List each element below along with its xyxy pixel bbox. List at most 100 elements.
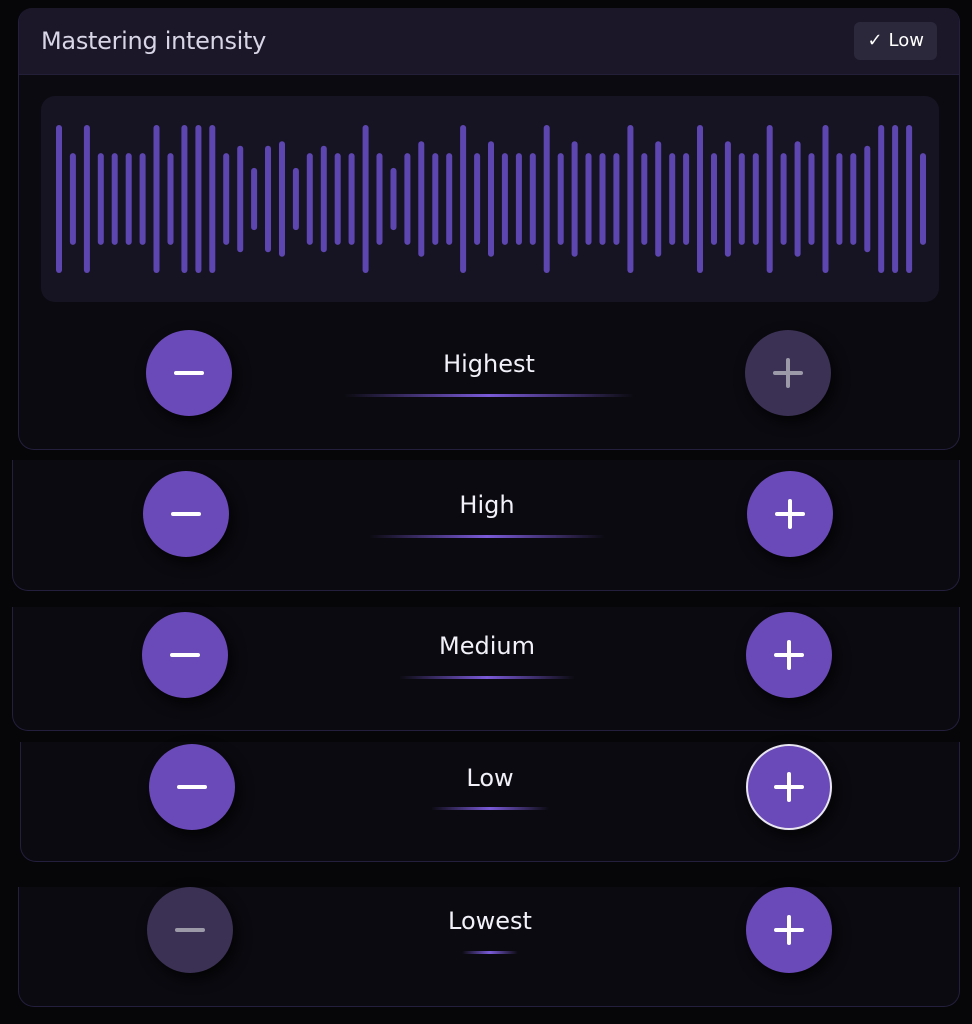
waveform-bar: [320, 145, 327, 253]
waveform-bar: [265, 145, 271, 253]
waveform-bar: [711, 153, 717, 245]
minus-icon: [174, 371, 204, 375]
waveform-bar: [906, 125, 913, 273]
waveform-bar: [752, 153, 759, 245]
waveform-bar: [153, 125, 160, 273]
waveform-bar: [195, 125, 202, 273]
waveform-bar: [613, 153, 620, 245]
waveform-bar: [111, 153, 118, 245]
waveform-bar: [850, 153, 857, 245]
level-label-highest: Highest: [443, 350, 535, 378]
waveform-bar: [724, 141, 731, 257]
waveform-bar: [892, 125, 899, 273]
panel-header: Mastering intensity ✓ Low: [19, 8, 959, 75]
level-underline-lowest: [462, 951, 518, 954]
waveform-bar: [822, 125, 829, 273]
decrease-highest-button[interactable]: [146, 330, 232, 416]
minus-icon: [170, 653, 200, 657]
waveform-bar: [237, 145, 244, 253]
waveform-bar: [181, 125, 188, 273]
waveform-bar: [501, 153, 508, 245]
waveform-bar: [292, 167, 299, 231]
waveform-bar: [390, 167, 397, 231]
waveform-bar: [543, 125, 550, 273]
decrease-low-button[interactable]: [149, 744, 235, 830]
plus-icon: [787, 915, 791, 945]
waveform-display: [41, 96, 939, 302]
increase-high-button[interactable]: [747, 471, 833, 557]
waveform-bar: [279, 141, 285, 257]
waveform-bar: [808, 153, 815, 245]
waveform-bar: [167, 153, 174, 245]
checkmark-icon: ✓: [867, 30, 883, 51]
increase-highest-button[interactable]: [745, 330, 831, 416]
waveform-bar: [209, 125, 216, 273]
waveform-bar: [766, 125, 773, 273]
level-label-lowest: Lowest: [448, 907, 532, 935]
waveform-bar: [557, 153, 564, 245]
increase-low-button[interactable]: [746, 744, 832, 830]
waveform-bar: [920, 153, 926, 245]
waveform-bar: [334, 153, 341, 245]
level-underline-low: [431, 807, 549, 810]
waveform-graphic: [56, 125, 926, 273]
minus-icon: [171, 512, 201, 516]
selected-level-badge[interactable]: ✓ Low: [854, 22, 937, 60]
waveform-bar: [488, 141, 494, 257]
waveform-bar: [56, 125, 62, 273]
increase-lowest-button[interactable]: [746, 887, 832, 973]
waveform-bar: [125, 153, 132, 245]
waveform-bar: [306, 153, 313, 245]
minus-icon: [175, 928, 205, 932]
waveform-bar: [418, 141, 425, 257]
level-label-high: High: [459, 491, 515, 519]
panel-title: Mastering intensity: [41, 27, 267, 55]
waveform-bar: [376, 153, 383, 245]
decrease-lowest-button[interactable]: [147, 887, 233, 973]
increase-medium-button[interactable]: [746, 612, 832, 698]
waveform-bar: [69, 153, 76, 245]
waveform-bar: [446, 153, 453, 245]
waveform-bar: [738, 153, 745, 245]
level-underline-highest: [344, 394, 634, 397]
waveform-bar: [251, 167, 258, 231]
waveform-bar: [348, 153, 355, 245]
waveform-bar: [655, 141, 662, 257]
waveform-bar: [627, 125, 634, 273]
waveform-bar: [864, 145, 871, 253]
waveform-bar: [780, 153, 787, 245]
plus-icon: [787, 772, 791, 802]
plus-icon: [788, 499, 792, 529]
level-underline-medium: [399, 676, 575, 679]
waveform-bar: [83, 125, 90, 273]
waveform-bar: [585, 153, 592, 245]
waveform-bar: [404, 153, 411, 245]
waveform-bar: [697, 125, 703, 273]
plus-icon: [787, 640, 791, 670]
level-label-medium: Medium: [439, 632, 535, 660]
mastering-intensity-panel: Mastering intensity ✓ Low Highest High M…: [0, 0, 972, 1024]
waveform-bar: [836, 153, 843, 245]
level-label-low: Low: [466, 764, 514, 792]
waveform-bar: [599, 153, 606, 245]
level-underline-high: [369, 535, 605, 538]
waveform-bar: [139, 153, 146, 245]
waveform-bar: [878, 125, 885, 273]
waveform-bar: [683, 153, 690, 245]
waveform-bar: [669, 153, 676, 245]
waveform-bar: [432, 153, 439, 245]
selected-level-label: Low: [888, 30, 924, 51]
waveform-bar: [529, 153, 536, 245]
plus-icon: [786, 358, 790, 388]
decrease-medium-button[interactable]: [142, 612, 228, 698]
decrease-high-button[interactable]: [143, 471, 229, 557]
waveform-bar: [97, 153, 104, 245]
waveform-bar: [362, 125, 369, 273]
waveform-bar: [641, 153, 648, 245]
waveform-bar: [515, 153, 522, 245]
minus-icon: [177, 785, 207, 789]
waveform-bar: [571, 141, 578, 257]
waveform-bar: [794, 141, 801, 257]
waveform-bar: [460, 125, 467, 273]
waveform-bar: [474, 153, 481, 245]
